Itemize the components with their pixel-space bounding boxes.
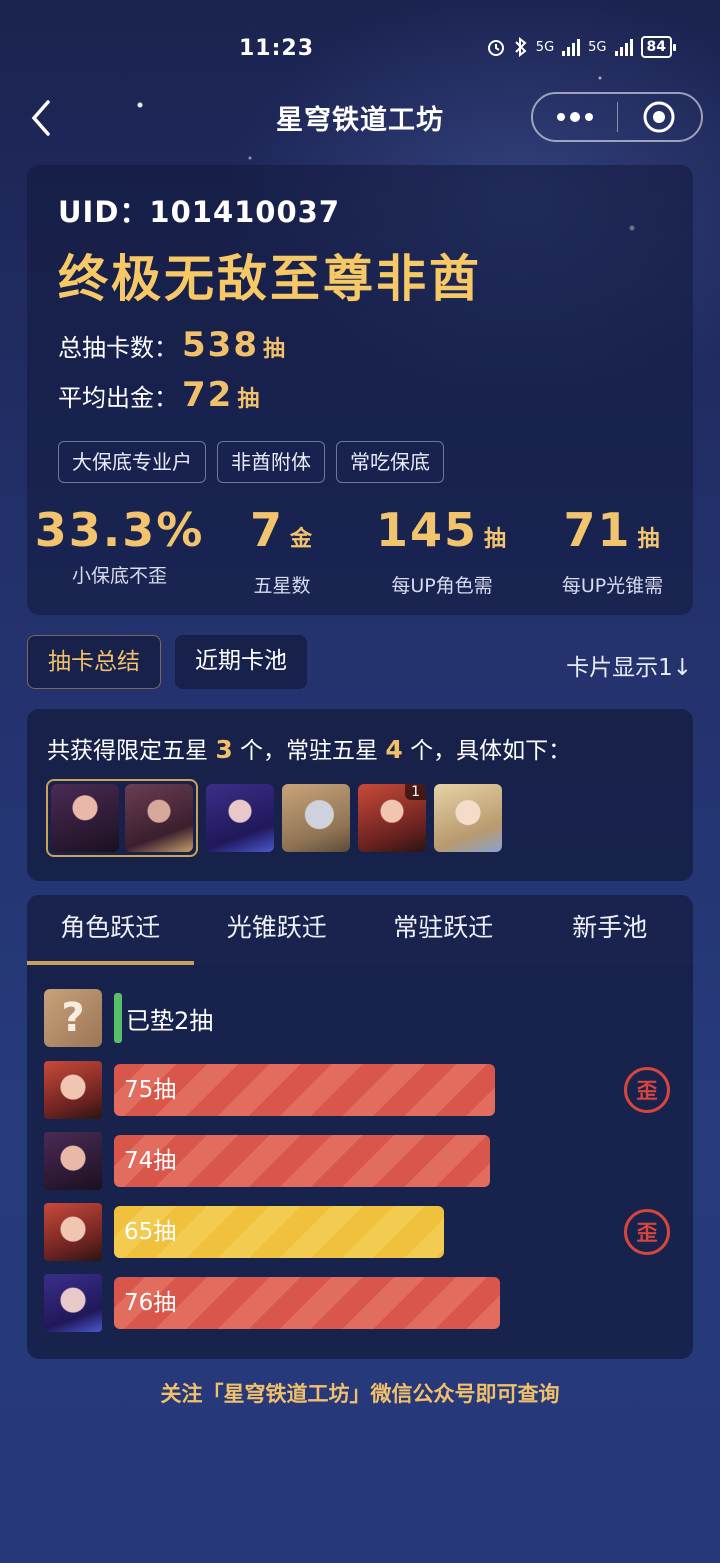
metric-label: 小保底不歪 xyxy=(71,565,167,587)
metric-five-star-count: 7金 五星数 xyxy=(212,503,352,598)
pull-row: 74抽 xyxy=(44,1132,490,1190)
warp-type-tabs: 角色跃迁 光锥跃迁 常驻跃迁 新手池 xyxy=(27,895,693,965)
five-star-overview-card: 共获得限定五星 3 个，常驻五星 4 个，具体如下： 1 xyxy=(27,709,693,881)
pull-bar: 65抽 xyxy=(114,1206,444,1258)
lost-5050-badge: 歪 xyxy=(624,1209,670,1255)
alarm-icon xyxy=(487,40,504,56)
tab-recent-pools[interactable]: 近期卡池 xyxy=(175,635,307,689)
standard-count: 4 xyxy=(385,735,403,764)
bluetooth-icon xyxy=(515,37,527,57)
lost-5050-badge: 歪 xyxy=(624,1067,670,1113)
character-avatar xyxy=(44,1203,102,1261)
lightcone-avatar[interactable] xyxy=(125,784,193,852)
tag: 大保底专业户 xyxy=(58,441,206,483)
close-miniapp-button[interactable] xyxy=(618,94,702,140)
metric-value: 7 xyxy=(249,503,284,557)
avg-gold-label: 平均出金： xyxy=(58,384,178,412)
character-avatar xyxy=(44,1132,102,1190)
selected-avatar-group[interactable] xyxy=(46,779,198,857)
total-pulls-value: 538 xyxy=(182,325,259,365)
status-time: 11:23 xyxy=(239,36,315,61)
character-avatar xyxy=(44,1274,102,1332)
signal-icon-2 xyxy=(614,38,633,56)
more-dots-icon xyxy=(556,112,593,122)
metric-value: 145 xyxy=(375,503,478,557)
rank-title: 终极无敌至尊非酋 xyxy=(58,249,482,308)
pending-text: 已垫2抽 xyxy=(126,1006,214,1035)
metric-unit: 金 xyxy=(290,527,315,552)
character-avatar[interactable]: 1 xyxy=(358,784,426,852)
metrics-row: 33.3% 小保底不歪 7金 五星数 145 抽 每UP角色需 71 抽 每UP光锥… xyxy=(27,503,693,598)
target-circle-icon xyxy=(643,101,675,133)
pull-bar: 75抽 xyxy=(114,1064,495,1116)
limited-count: 3 xyxy=(215,735,233,764)
character-avatar xyxy=(44,1061,102,1119)
metric-value: 33.3% xyxy=(34,503,205,557)
gacha-summary-card: UID：101410037 终极无敌至尊非酋 总抽卡数： 538 抽 平均出金：… xyxy=(27,165,693,615)
pull-row: 65抽 xyxy=(44,1203,444,1261)
card-display-toggle[interactable]: 卡片显示1↓ xyxy=(566,648,692,682)
tab-character-warp[interactable]: 角色跃迁 xyxy=(27,895,194,965)
pull-row: 75抽 xyxy=(44,1061,495,1119)
tag-list: 大保底专业户 非酋附体 常吃保底 xyxy=(58,441,444,483)
pull-bar: 76抽 xyxy=(114,1277,500,1329)
network-type-2: 5G xyxy=(588,39,607,55)
lightcone-avatar[interactable] xyxy=(282,784,350,852)
five-star-avatar-list: 1 xyxy=(46,779,502,857)
metric-label: 每UP角色需 xyxy=(391,575,493,597)
pending-pity-row: ? 已垫2抽 xyxy=(44,989,213,1047)
network-type-1: 5G xyxy=(535,39,555,55)
unknown-avatar: ? xyxy=(44,989,102,1047)
footer-notice: 关注「星穹铁道工坊」微信公众号即可查询 xyxy=(160,1382,560,1406)
character-avatar[interactable] xyxy=(51,784,119,852)
avg-gold-unit: 抽 xyxy=(237,387,260,412)
more-button[interactable] xyxy=(533,94,617,140)
pull-row: 76抽 xyxy=(44,1274,500,1332)
avg-gold-line: 平均出金： 72 抽 xyxy=(58,375,259,415)
character-avatar[interactable] xyxy=(434,784,502,852)
uid-text: UID：101410037 xyxy=(58,195,341,229)
count-badge: 1 xyxy=(405,784,426,800)
tag: 非酋附体 xyxy=(217,441,325,483)
miniapp-capsule xyxy=(531,92,703,142)
battery-icon: 84 xyxy=(640,36,677,58)
metric-label: 每UP光锥需 xyxy=(561,575,664,597)
summary-tabs: 抽卡总结 近期卡池 xyxy=(27,635,307,689)
metric-unit: 抽 xyxy=(484,527,509,552)
tag: 常吃保底 xyxy=(336,441,444,483)
metric-label: 五星数 xyxy=(253,575,311,597)
text-suffix: 个，具体如下： xyxy=(410,738,572,764)
tab-lightcone-warp[interactable]: 光锥跃迁 xyxy=(194,895,361,965)
status-bar: 11:23 5G 5G 84 xyxy=(0,0,720,92)
warp-history-card: 角色跃迁 光锥跃迁 常驻跃迁 新手池 ? 已垫2抽 75抽 歪 74抽 65抽 … xyxy=(27,895,693,1359)
pull-bar: 74抽 xyxy=(114,1135,490,1187)
metric-per-up-character: 145 抽 每UP角色需 xyxy=(352,503,532,598)
metric-no-lose-rate: 33.3% 小保底不歪 xyxy=(27,503,212,598)
tab-beginner-warp[interactable]: 新手池 xyxy=(527,895,694,965)
five-star-summary-text: 共获得限定五星 3 个，常驻五星 4 个，具体如下： xyxy=(47,731,571,765)
metric-unit: 抽 xyxy=(637,527,662,552)
pending-bar xyxy=(114,993,122,1043)
character-avatar[interactable] xyxy=(206,784,274,852)
metric-value: 71 xyxy=(563,503,632,557)
signal-icon-1 xyxy=(562,38,581,56)
total-pulls-line: 总抽卡数： 538 抽 xyxy=(58,325,285,365)
tab-gacha-summary[interactable]: 抽卡总结 xyxy=(27,635,161,689)
system-icons: 5G 5G 84 xyxy=(486,36,677,58)
nav-bar: 星穹铁道工坊 xyxy=(0,90,720,146)
tab-standard-warp[interactable]: 常驻跃迁 xyxy=(360,895,527,965)
total-pulls-unit: 抽 xyxy=(262,337,285,362)
text-mid: 个，常驻五星 xyxy=(240,738,379,764)
metric-per-up-lightcone: 71 抽 每UP光锥需 xyxy=(532,503,693,598)
avg-gold-value: 72 xyxy=(182,375,234,415)
text-prefix: 共获得限定五星 xyxy=(47,738,208,764)
total-pulls-label: 总抽卡数： xyxy=(58,334,178,362)
